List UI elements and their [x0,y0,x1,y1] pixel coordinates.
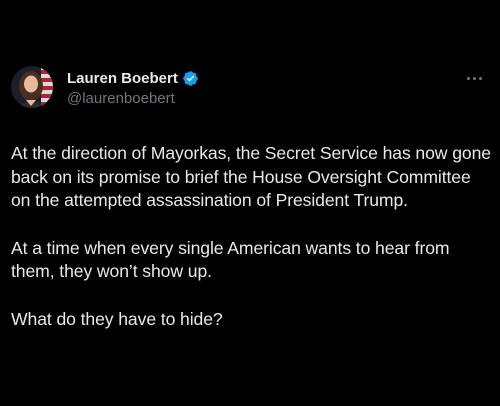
verified-badge-icon[interactable] [182,70,199,87]
avatar[interactable] [11,66,53,108]
more-dot [478,76,482,80]
tweet-paragraph: At the direction of Mayorkas, the Secret… [11,143,491,210]
tweet-paragraph: What do they have to hide? [11,308,223,329]
more-dot [466,76,470,80]
tweet-card: Lauren Boebert @laurenboebert At the dir… [0,0,500,406]
author-display-name[interactable]: Lauren Boebert [67,69,178,88]
author-handle[interactable]: @laurenboebert [67,89,175,108]
tweet-text: At the direction of Mayorkas, the Secret… [11,142,493,331]
avatar-image [11,66,53,108]
tweet-paragraph: At a time when every single American wan… [11,237,450,282]
author-name-row: Lauren Boebert [67,69,199,88]
more-dot [472,76,476,80]
more-options-icon[interactable] [462,70,486,86]
